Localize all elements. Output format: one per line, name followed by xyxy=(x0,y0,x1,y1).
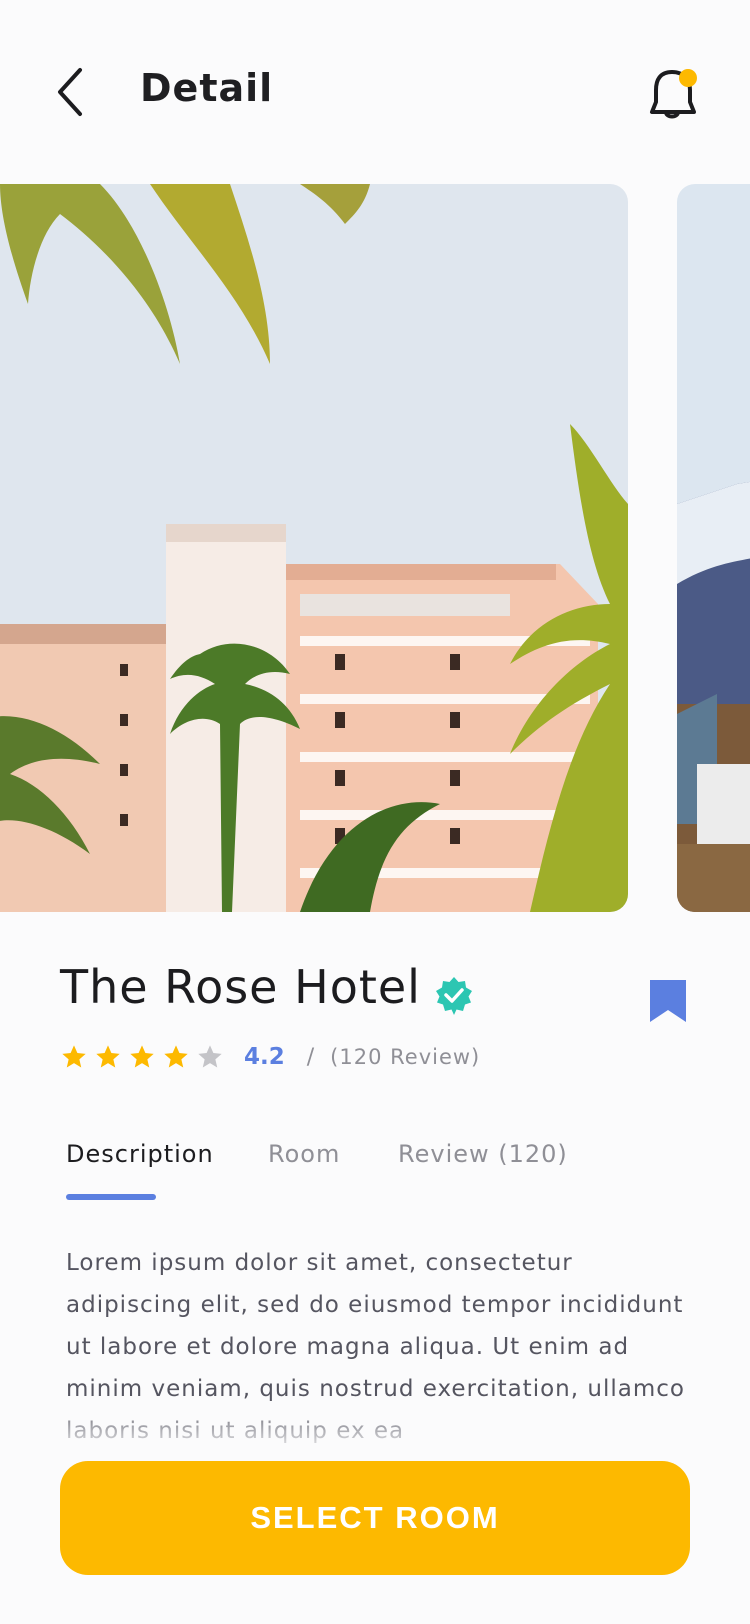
hotel-name: The Rose Hotel xyxy=(60,960,421,1014)
bookmark-icon[interactable] xyxy=(648,978,688,1024)
tab-description[interactable]: Description xyxy=(66,1140,214,1168)
notification-dot xyxy=(679,69,697,87)
star-icon xyxy=(164,1045,188,1068)
star-icon xyxy=(96,1045,120,1068)
star-icon xyxy=(62,1045,86,1068)
hotel-photo-main[interactable] xyxy=(0,184,628,912)
hotel-photo-gallery[interactable] xyxy=(0,184,750,912)
rating-value: 4.2 xyxy=(244,1044,285,1070)
review-count: (120 Review) xyxy=(330,1045,481,1069)
verified-badge-icon xyxy=(436,977,472,1015)
notification-bell-icon[interactable] xyxy=(648,66,700,122)
mountain-cabin-image xyxy=(677,184,750,912)
page-title: Detail xyxy=(140,66,274,110)
tab-room[interactable]: Room xyxy=(268,1140,340,1168)
app-header: Detail xyxy=(0,0,750,180)
select-room-button[interactable]: SELECT ROOM xyxy=(60,1461,690,1575)
star-empty-icon xyxy=(198,1045,222,1068)
mountain-photo-next[interactable] xyxy=(677,184,750,912)
tab-review[interactable]: Review (120) xyxy=(398,1140,568,1168)
star-icon xyxy=(130,1045,154,1068)
description-fade xyxy=(0,1400,750,1460)
detail-tabs: Description Room Review (120) xyxy=(0,1140,750,1200)
hotel-building-image xyxy=(0,184,628,912)
back-arrow-icon[interactable] xyxy=(52,62,96,122)
rating-row: 4.2 / (120 Review) xyxy=(60,1040,480,1074)
rating-separator: / xyxy=(306,1044,315,1070)
active-tab-indicator xyxy=(66,1194,156,1200)
